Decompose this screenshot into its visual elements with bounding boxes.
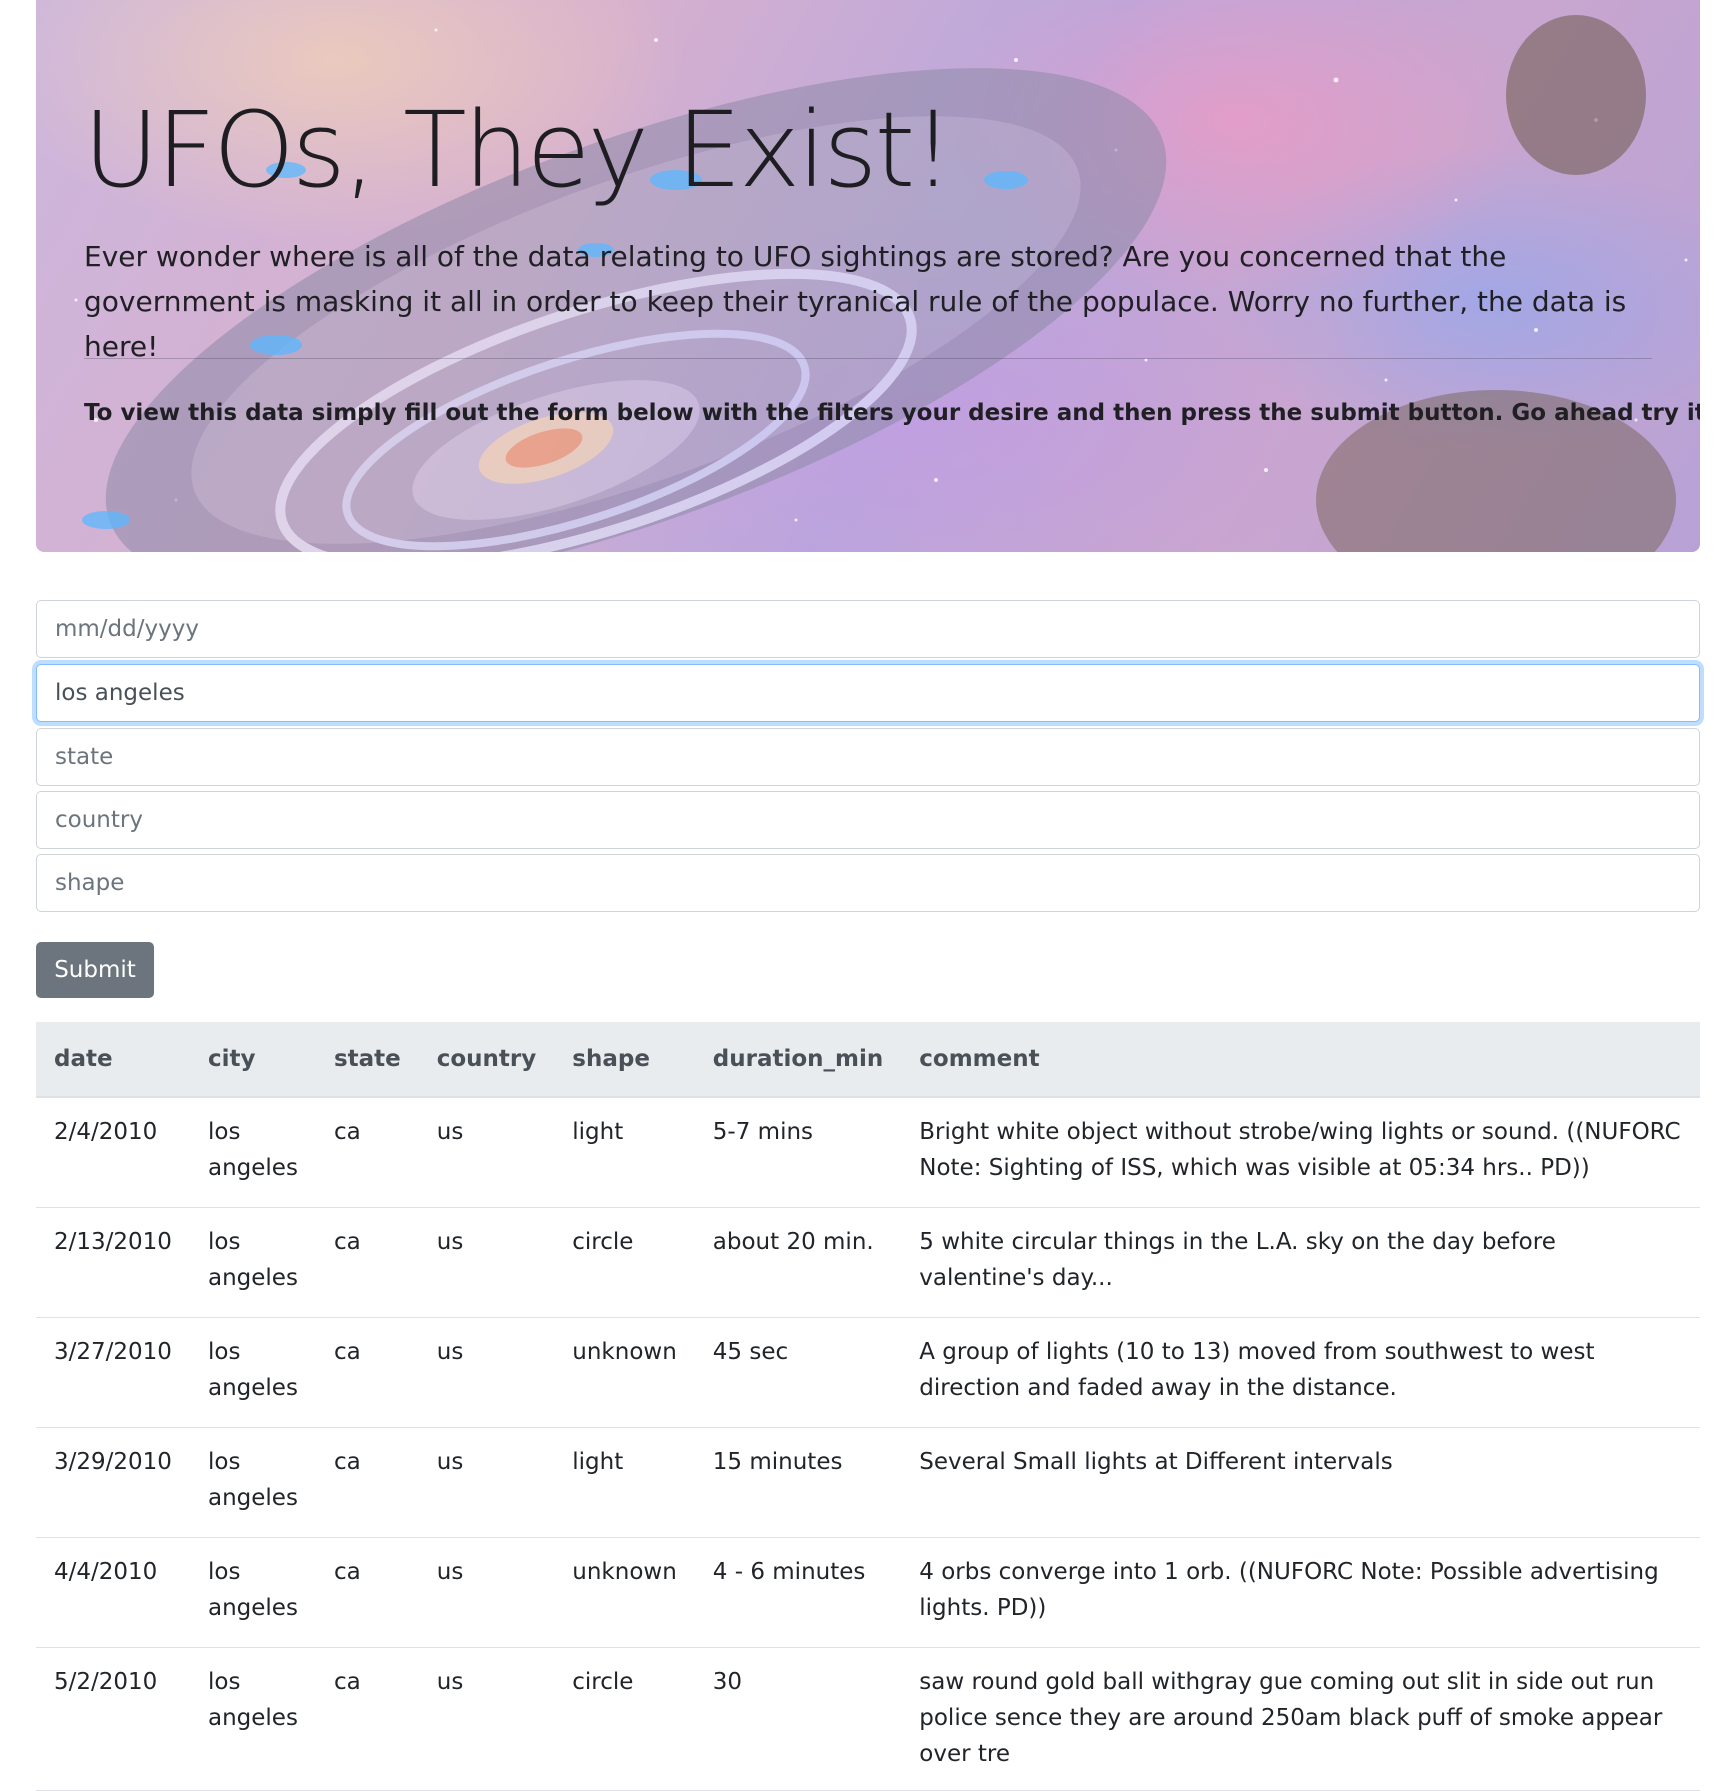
cell-country: us [418,1647,555,1791]
cell-date: 3/29/2010 [36,1427,190,1538]
cell-duration: about 20 min. [694,1207,902,1318]
cell-shape: light [554,1097,695,1208]
cell-comment: A group of lights (10 to 13) moved from … [901,1317,1700,1428]
column-header-shape[interactable]: shape [554,1022,695,1098]
cell-shape: circle [554,1207,695,1318]
date-filter-input[interactable] [36,600,1700,658]
cell-duration: 15 minutes [694,1427,902,1538]
table-row: 4/4/2010 los angeles ca us unknown 4 - 6… [36,1537,1700,1648]
column-header-comment[interactable]: comment [901,1022,1700,1098]
table-header-row: date city state country shape duration_m… [36,1022,1700,1098]
cell-state: ca [315,1317,419,1428]
table-row: 3/29/2010 los angeles ca us light 15 min… [36,1427,1700,1538]
cell-date: 2/4/2010 [36,1097,190,1208]
cell-comment: saw round gold ball withgray gue coming … [901,1647,1700,1791]
cell-shape: light [554,1427,695,1538]
cell-state: ca [315,1427,419,1538]
cell-comment: Bright white object without strobe/wing … [901,1097,1700,1208]
cell-city: los angeles [190,1537,316,1648]
cell-shape: unknown [554,1537,695,1648]
cell-state: ca [315,1537,419,1648]
table-row: 2/4/2010 los angeles ca us light 5-7 min… [36,1097,1700,1208]
cell-comment: 5 white circular things in the L.A. sky … [901,1207,1700,1318]
cell-duration: 5-7 mins [694,1097,902,1208]
cell-city: los angeles [190,1207,316,1318]
country-filter-input[interactable] [36,791,1700,849]
hero-banner: UFOs, They Exist! Ever wonder where is a… [36,0,1700,552]
page-title: UFOs, They Exist! [83,89,954,211]
table-row: 3/27/2010 los angeles ca us unknown 45 s… [36,1317,1700,1428]
cell-duration: 30 [694,1647,902,1791]
cell-duration: 4 - 6 minutes [694,1537,902,1648]
hero-lead-text: Ever wonder where is all of the data rel… [84,240,1627,363]
cell-country: us [418,1097,555,1208]
column-header-state[interactable]: state [315,1022,419,1098]
ufo-sightings-table: date city state country shape duration_m… [36,1022,1700,1791]
cell-city: los angeles [190,1097,316,1208]
cell-date: 4/4/2010 [36,1537,190,1648]
table-row: 2/13/2010 los angeles ca us circle about… [36,1207,1700,1318]
column-header-country[interactable]: country [418,1022,555,1098]
cell-comment: Several Small lights at Different interv… [901,1427,1700,1538]
cell-city: los angeles [190,1317,316,1428]
state-filter-input[interactable] [36,728,1700,786]
hero-instructions: To view this data simply fill out the fo… [84,400,1700,426]
cell-country: us [418,1317,555,1428]
cell-date: 2/13/2010 [36,1207,190,1318]
cell-date: 3/27/2010 [36,1317,190,1428]
cell-date: 5/2/2010 [36,1647,190,1791]
cell-state: ca [315,1207,419,1318]
cell-country: us [418,1537,555,1648]
cell-shape: circle [554,1647,695,1791]
column-header-date[interactable]: date [36,1022,190,1098]
column-header-duration[interactable]: duration_min [694,1022,902,1098]
hero-divider [84,358,1652,359]
cell-duration: 45 sec [694,1317,902,1428]
cell-state: ca [315,1097,419,1208]
submit-button[interactable]: Submit [36,942,154,998]
cell-country: us [418,1427,555,1538]
cell-comment: 4 orbs converge into 1 orb. ((NUFORC Not… [901,1537,1700,1648]
cell-shape: unknown [554,1317,695,1428]
table-row: 5/2/2010 los angeles ca us circle 30 saw… [36,1647,1700,1791]
cell-city: los angeles [190,1427,316,1538]
city-filter-input[interactable] [36,664,1700,722]
shape-filter-input[interactable] [36,854,1700,912]
cell-city: los angeles [190,1647,316,1791]
column-header-city[interactable]: city [190,1022,316,1098]
cell-state: ca [315,1647,419,1791]
cell-country: us [418,1207,555,1318]
